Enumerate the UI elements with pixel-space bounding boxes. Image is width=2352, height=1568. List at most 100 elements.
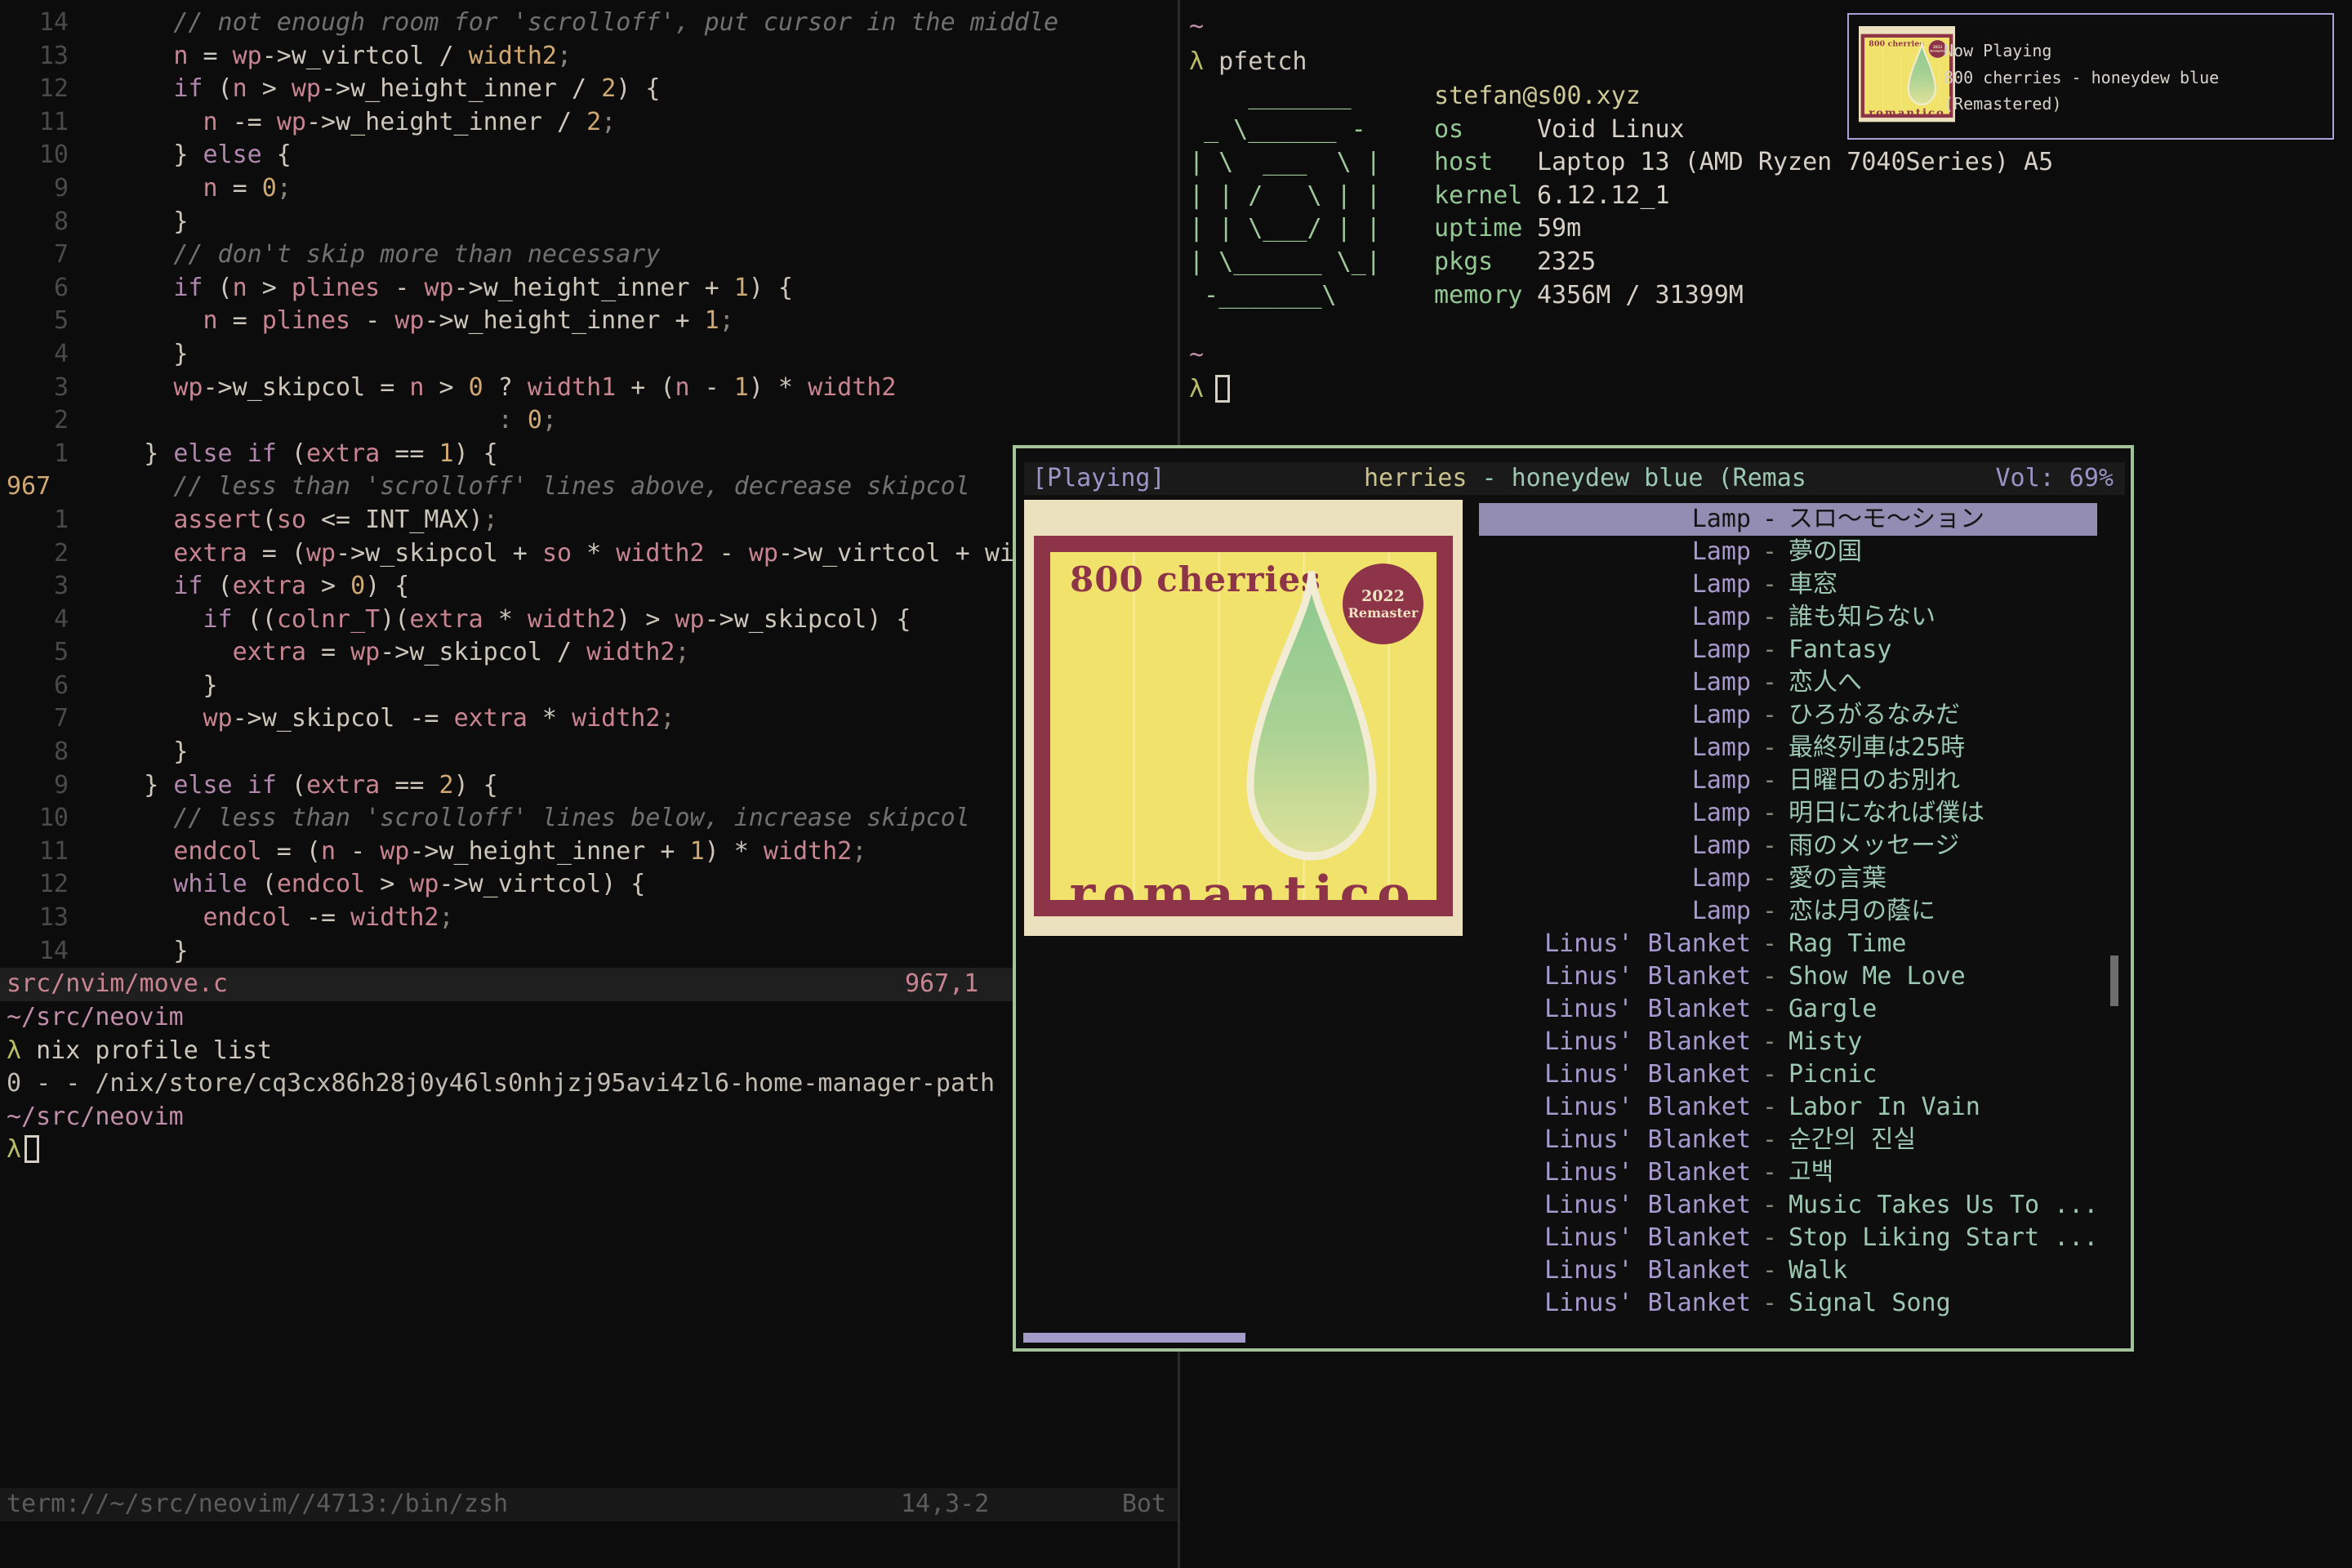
track-artist: Linus' Blanket xyxy=(1479,1026,1751,1059)
track-row[interactable]: Linus' Blanket-Rag Time xyxy=(1479,928,2097,960)
code-token: -> xyxy=(439,870,469,898)
track-row[interactable]: Linus' Blanket-Misty xyxy=(1479,1026,2097,1058)
track-row[interactable]: Lamp-愛の言葉 xyxy=(1479,862,2097,895)
line-number: 6 xyxy=(0,272,85,305)
code-token xyxy=(85,274,173,302)
line-number: 4 xyxy=(0,604,85,637)
code-token: else xyxy=(173,771,232,800)
scrollbar-thumb[interactable] xyxy=(2110,956,2118,1006)
track-row[interactable]: Lamp-誰も知らない xyxy=(1479,601,2097,634)
code-token: w_virtcol xyxy=(469,870,602,898)
track-title: ひろがるなみだ xyxy=(1788,699,2097,733)
code-token: ) { xyxy=(601,870,645,898)
track-row[interactable]: Lamp-スロ〜モ〜ション xyxy=(1479,503,2097,536)
code-token: wp xyxy=(394,306,424,335)
shell-scrollback: ~/src/neovimλ nix profile list0 - - /nix… xyxy=(7,1001,995,1167)
code-text: n = 0; xyxy=(85,172,292,206)
track-row[interactable]: Lamp-明日になれば僕は xyxy=(1479,797,2097,830)
code-token: > xyxy=(247,274,292,302)
code-token: width2 xyxy=(616,539,704,568)
code-token: 2 xyxy=(439,771,454,800)
track-row[interactable]: Linus' Blanket-Labor In Vain xyxy=(1479,1091,2097,1124)
code-token: wp xyxy=(203,704,233,733)
track-separator: - xyxy=(1751,993,1788,1027)
track-row[interactable]: Lamp-Fantasy xyxy=(1479,634,2097,666)
teardrop-icon xyxy=(1230,564,1393,872)
track-row[interactable]: Linus' Blanket-Picnic xyxy=(1479,1058,2097,1091)
track-separator: - xyxy=(1751,601,1788,635)
shell-cwd: ~ xyxy=(1189,11,1204,44)
track-title: 고백 xyxy=(1788,1156,2097,1190)
prompt-lambda-icon: λ xyxy=(1189,375,1204,403)
code-token: width2 xyxy=(808,373,896,402)
track-row[interactable]: Linus' Blanket-Music Takes Us To ... xyxy=(1479,1189,2097,1222)
track-row[interactable]: Lamp-最終列車は25時 xyxy=(1479,732,2097,764)
code-token: // less than 'scrolloff' lines below, in… xyxy=(85,804,970,832)
track-row[interactable]: Lamp-ひろがるなみだ xyxy=(1479,699,2097,732)
code-token xyxy=(85,539,173,568)
code-line: 4 if ((colnr_T)(extra * width2) > wp->w_… xyxy=(0,604,1178,637)
code-token: } xyxy=(85,937,188,965)
track-row[interactable]: Linus' Blanket-고백 xyxy=(1479,1156,2097,1189)
code-token: colnr_T xyxy=(277,605,380,634)
code-token: -> xyxy=(778,539,808,568)
code-token: extra xyxy=(306,771,380,800)
track-row[interactable]: Linus' Blanket-Show Me Love xyxy=(1479,960,2097,993)
track-row[interactable]: Linus' Blanket-Signal Song xyxy=(1479,1287,2097,1320)
track-artist: Linus' Blanket xyxy=(1479,1058,1751,1092)
track-title: スロ〜モ〜ション xyxy=(1788,503,2097,537)
code-token: 0 xyxy=(262,174,277,203)
track-row[interactable]: Linus' Blanket-Gargle xyxy=(1479,993,2097,1026)
track-title: Show Me Love xyxy=(1788,960,2097,994)
track-artist: Linus' Blanket xyxy=(1479,1156,1751,1190)
terminal-buffer-title: term://~/src/neovim//4713:/bin/zsh xyxy=(0,1488,508,1521)
track-row[interactable]: Lamp-雨のメッセージ xyxy=(1479,830,2097,862)
code-token: ; xyxy=(675,638,690,666)
now-playing-notification[interactable]: 800 cherries 2022 Remaster romantico Now… xyxy=(1847,13,2334,140)
code-token xyxy=(85,870,173,898)
playback-progress-bar[interactable] xyxy=(1023,1333,1245,1343)
track-row[interactable]: Lamp-夢の国 xyxy=(1479,536,2097,568)
code-token: ; xyxy=(483,506,498,534)
code-token xyxy=(85,506,173,534)
track-row[interactable]: Linus' Blanket-순간의 진실 xyxy=(1479,1124,2097,1156)
code-token: ) { xyxy=(365,572,409,600)
line-number: 13 xyxy=(0,902,85,935)
shell-prompt-row[interactable]: λ xyxy=(1189,373,1230,407)
track-row[interactable]: Linus' Blanket-Stop Liking Start ... xyxy=(1479,1222,2097,1254)
nvim-pane[interactable]: 14 // not enough room for 'scrolloff', p… xyxy=(0,0,1178,1568)
pfetch-value: 2325 xyxy=(1537,247,1596,276)
code-token xyxy=(85,837,173,866)
track-row[interactable]: Linus' Blanket-Walk xyxy=(1479,1254,2097,1287)
code-token: ) > xyxy=(616,605,675,634)
music-player-window[interactable]: [Playing] herries - honeydew blue (Remas… xyxy=(1013,445,2134,1352)
code-token: ) { xyxy=(454,771,498,800)
marquee-artist: herries xyxy=(1364,464,1467,492)
track-title: 夢の国 xyxy=(1788,536,2097,569)
track-separator: - xyxy=(1751,732,1788,765)
track-row[interactable]: Lamp-恋は月の蔭に xyxy=(1479,895,2097,928)
code-token: * xyxy=(528,704,572,733)
code-token: -> xyxy=(380,638,409,666)
code-token: / xyxy=(542,638,586,666)
track-separator: - xyxy=(1751,1058,1788,1092)
line-number: 10 xyxy=(0,802,85,835)
nvim-buffer: 14 // not enough room for 'scrolloff', p… xyxy=(0,7,1178,968)
track-title: Misty xyxy=(1788,1026,2097,1059)
track-artist: Lamp xyxy=(1479,536,1751,569)
code-token: if xyxy=(173,74,203,103)
track-row[interactable]: Lamp-日曜日のお別れ xyxy=(1479,764,2097,797)
track-separator: - xyxy=(1751,797,1788,831)
pfetch-label: memory xyxy=(1434,279,1537,313)
code-token: w_height_inner xyxy=(454,306,661,335)
code-token: -> xyxy=(424,306,453,335)
terminal-cursor-position: 14,3-2 xyxy=(901,1488,989,1521)
code-text: extra = (wp->w_skipcol + so * width2 - w… xyxy=(85,537,1029,571)
track-row[interactable]: Lamp-恋人へ xyxy=(1479,666,2097,699)
track-artist: Lamp xyxy=(1479,764,1751,798)
track-artist: Lamp xyxy=(1479,797,1751,831)
code-token: width2 xyxy=(469,42,557,70)
code-token: w_height_inner xyxy=(350,74,557,103)
track-title: 愛の言葉 xyxy=(1788,862,2097,896)
track-row[interactable]: Lamp-車窓 xyxy=(1479,568,2097,601)
